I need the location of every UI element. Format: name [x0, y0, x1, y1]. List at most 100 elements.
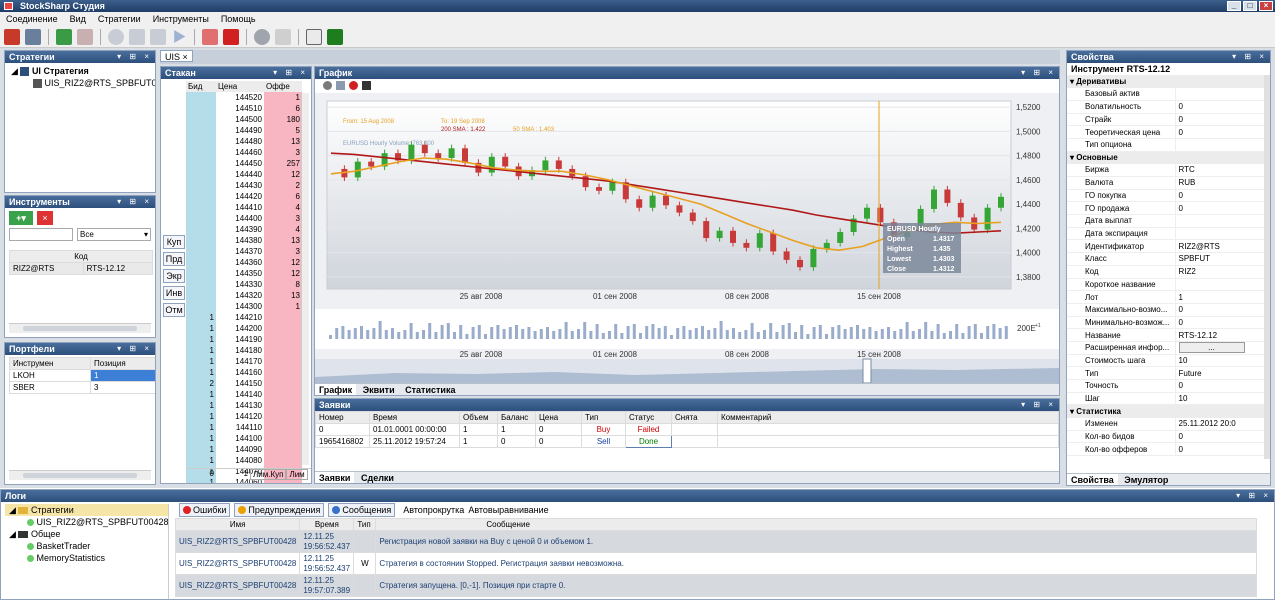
- panel-buttons-icon[interactable]: ▾ ⊞ ×: [1021, 399, 1056, 411]
- orderbook-bid-row[interactable]: 1 144110: [186, 422, 302, 433]
- property-row[interactable]: Код RIZ2: [1067, 265, 1265, 279]
- copy-icon[interactable]: [336, 81, 345, 90]
- play-icon[interactable]: [174, 30, 186, 43]
- panel-buttons-icon[interactable]: ▾ ⊞ ×: [273, 67, 308, 79]
- orderbook-ask-row[interactable]: 144360 12: [186, 257, 302, 268]
- column-time[interactable]: Время: [299, 518, 355, 531]
- property-row[interactable]: Точность 0: [1067, 379, 1265, 393]
- chart-icon[interactable]: [327, 28, 343, 45]
- property-row[interactable]: ГО продажа 0: [1067, 201, 1265, 216]
- column-price[interactable]: Цена: [216, 81, 264, 92]
- orderbook-ask-row[interactable]: 144450 257: [186, 158, 302, 169]
- property-row[interactable]: Дата выплат: [1067, 214, 1265, 228]
- connect-icon[interactable]: [4, 28, 20, 45]
- panel-buttons-icon[interactable]: ▾ ⊞ ×: [1021, 67, 1056, 79]
- log-row[interactable]: UIS_RIZ2@RTS_SPBFUT00428 12.11.25 19:56:52…: [174, 530, 1257, 553]
- table-row[interactable]: 1965416802 25.11.2012 19:57:24 1 0 0 Sell Do…: [315, 435, 1059, 448]
- invert-button[interactable]: Инв: [163, 286, 185, 300]
- property-row[interactable]: Стоимость шага 10: [1067, 354, 1265, 368]
- column-time[interactable]: Время: [369, 411, 460, 424]
- log-row[interactable]: UIS_RIZ2@RTS_SPBFUT00428 12.11.25 19:56:52…: [174, 552, 1257, 575]
- property-row[interactable]: Лот 1: [1067, 290, 1265, 304]
- orderbook-ask-row[interactable]: 144480 13: [186, 136, 302, 147]
- vertical-scrollbar[interactable]: [1264, 75, 1270, 459]
- orderbook-bid-row[interactable]: 1 144140: [186, 389, 302, 400]
- menu-tools[interactable]: Инструменты: [153, 12, 209, 26]
- property-row[interactable]: Базовый актив: [1067, 87, 1265, 101]
- vertical-scrollbar[interactable]: [301, 93, 309, 465]
- panel-buttons-icon[interactable]: ▾ ⊞ ×: [117, 343, 152, 355]
- orderbook-ask-row[interactable]: 144500 180: [186, 114, 302, 125]
- delete-icon[interactable]: [349, 81, 358, 90]
- property-group[interactable]: ▾ Основные: [1067, 151, 1265, 164]
- column-volume[interactable]: Объем: [459, 411, 498, 424]
- tab-orders[interactable]: Заявки: [315, 472, 355, 483]
- tab-statistics[interactable]: Статистика: [401, 384, 459, 395]
- orderbook-bid-row[interactable]: 1 144090: [186, 444, 302, 455]
- tree-item-ui-strategy[interactable]: ◢ UI Стратегия: [11, 65, 149, 77]
- orderbook-ask-row[interactable]: 144420 6: [186, 191, 302, 202]
- horizontal-scrollbar[interactable]: [9, 470, 151, 480]
- orderbook-bid-row[interactable]: 1 144080: [186, 455, 302, 466]
- mail-icon[interactable]: [306, 28, 322, 45]
- navigator-handle[interactable]: [862, 358, 872, 384]
- autoscroll-toggle[interactable]: Автопрокрутка: [403, 505, 464, 515]
- orderbook-ask-row[interactable]: 144320 13: [186, 290, 302, 301]
- property-row[interactable]: Кол-во офферов 0: [1067, 442, 1265, 457]
- messages-filter-button[interactable]: Сообщения: [328, 503, 396, 517]
- autoalign-toggle[interactable]: Автовыравнивание: [468, 505, 548, 515]
- orderbook-bid-row[interactable]: 2 144150: [186, 378, 302, 389]
- horizontal-scrollbar[interactable]: [9, 323, 151, 333]
- property-row[interactable]: Дата экспирация: [1067, 227, 1265, 241]
- tab-emulator[interactable]: Эмулятор: [1120, 474, 1172, 485]
- settings-icon[interactable]: [25, 28, 41, 45]
- property-row[interactable]: Шаг 10: [1067, 392, 1265, 406]
- column-type[interactable]: Тип: [353, 518, 377, 531]
- tab-chart[interactable]: График: [315, 384, 357, 395]
- search-input[interactable]: [9, 228, 73, 241]
- property-group[interactable]: ▾ Деривативы: [1067, 75, 1265, 88]
- property-row[interactable]: Страйк 0: [1067, 113, 1265, 127]
- orderbook-bid-row[interactable]: 1 144200: [186, 323, 302, 334]
- log-tree-item[interactable]: ◢ Стратегии: [5, 504, 168, 516]
- property-row[interactable]: Кол-во бидов 0: [1067, 430, 1265, 444]
- warnings-filter-button[interactable]: Предупреждения: [234, 503, 325, 517]
- menu-view[interactable]: Вид: [70, 12, 86, 26]
- tab-uis[interactable]: UIS ×: [160, 50, 193, 62]
- column-name[interactable]: Имя: [174, 518, 301, 531]
- close-button[interactable]: ×: [1259, 1, 1273, 11]
- orderbook-bid-row[interactable]: 1 144100: [186, 433, 302, 444]
- limit-buy-button[interactable]: Лим.Куп: [250, 469, 287, 480]
- property-row[interactable]: ГО покупка 0: [1067, 189, 1265, 203]
- price-chart[interactable]: 1,5200 1,5000 1,4800 1,4600 1,4400 1,4200 1,40…: [315, 93, 1059, 395]
- column-message[interactable]: Сообщение: [375, 518, 1257, 531]
- extended-info-button[interactable]: ...: [1178, 342, 1245, 354]
- orderbook-bid-row[interactable]: 1 144160: [186, 367, 302, 378]
- property-row[interactable]: Изменен 25.11.2012 20:0: [1067, 417, 1265, 431]
- column-number[interactable]: Номер: [315, 411, 370, 424]
- table-row[interactable]: RIZ2@RTS RTS-12.12: [9, 262, 154, 275]
- property-row[interactable]: Тип Future: [1067, 366, 1265, 380]
- orderbook-ask-row[interactable]: 144330 8: [186, 279, 302, 290]
- orderbook-ask-row[interactable]: 144460 3: [186, 147, 302, 158]
- cancel-button[interactable]: Отм: [163, 303, 185, 317]
- tab-properties[interactable]: Свойства: [1067, 474, 1118, 485]
- errors-filter-button[interactable]: Ошибки: [179, 503, 231, 517]
- exit-button[interactable]: Экр: [163, 269, 185, 283]
- column-offer[interactable]: Оффе: [264, 81, 302, 92]
- column-bid[interactable]: Бид: [186, 81, 216, 92]
- property-row[interactable]: Валюта RUB: [1067, 176, 1265, 190]
- column-cancelled[interactable]: Снята: [671, 411, 718, 424]
- panel-buttons-icon[interactable]: ▾ ⊞ ×: [117, 51, 152, 63]
- orderbook-bid-row[interactable]: 1 144120: [186, 411, 302, 422]
- refresh-icon[interactable]: [150, 28, 166, 45]
- tree-item-uis[interactable]: UIS_RIZ2@RTS_SPBFUT00428: [11, 77, 155, 89]
- add-icon[interactable]: +▾: [9, 211, 33, 225]
- property-row[interactable]: Название RTS-12.12: [1067, 328, 1265, 342]
- property-row[interactable]: Теоретическая цена 0: [1067, 125, 1265, 139]
- property-row[interactable]: Биржа RTC: [1067, 163, 1265, 177]
- pause-icon[interactable]: [202, 28, 218, 45]
- maximize-button[interactable]: □: [1243, 1, 1257, 11]
- save-icon[interactable]: [362, 81, 371, 90]
- property-row[interactable]: Короткое название: [1067, 278, 1265, 292]
